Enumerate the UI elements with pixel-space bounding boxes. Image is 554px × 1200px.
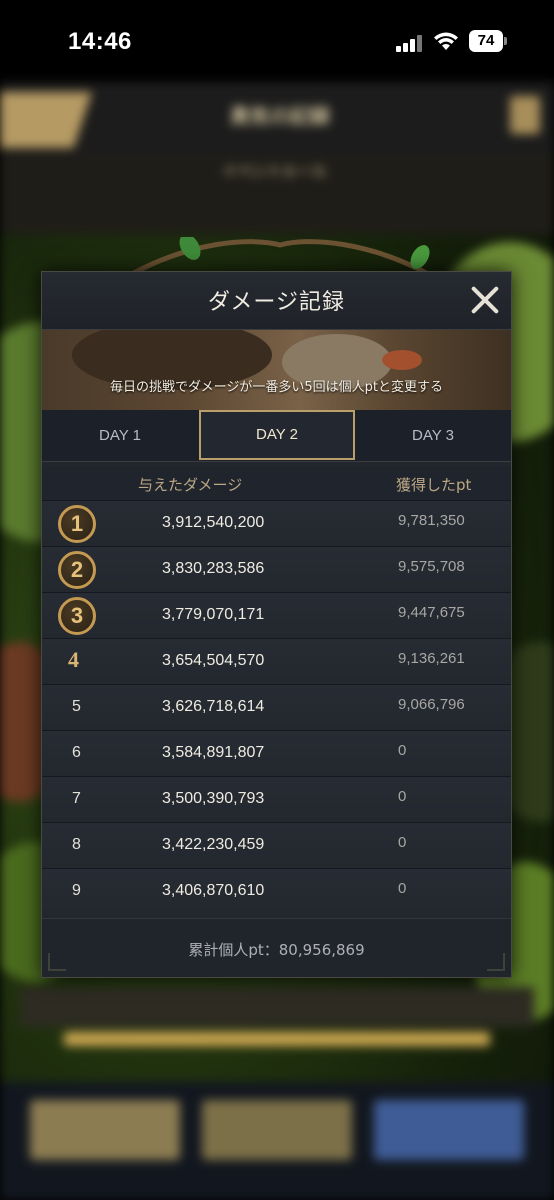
column-damage: 与えたダメージ <box>138 476 243 494</box>
table-row: 1 3,912,540,200 9,781,350 <box>42 500 511 546</box>
total-points: 累計個人pt：80,956,869 <box>188 941 365 959</box>
status-bar: 14:46 74 <box>0 0 554 82</box>
damage-record-dialog: ダメージ記録 毎日の挑戦でダメージが一番多い5回は個人ptと変更する DAY 1… <box>41 271 512 978</box>
table-row: 4 3,654,504,570 9,136,261 <box>42 638 511 684</box>
damage-value: 3,830,283,586 <box>162 560 265 577</box>
damage-value: 3,406,870,610 <box>162 882 265 899</box>
background-title: 勇気の記録 <box>230 104 330 128</box>
battery-icon: 74 <box>469 30 507 52</box>
points-value: 9,136,261 <box>398 650 465 667</box>
table-row: 2 3,830,283,586 9,575,708 <box>42 546 511 592</box>
damage-value: 3,654,504,570 <box>162 652 265 669</box>
background-progress-bar <box>64 1032 490 1046</box>
bottom-button-1[interactable] <box>30 1100 180 1160</box>
tab-day-1[interactable]: DAY 1 <box>42 410 198 462</box>
table-row: 5 3,626,718,614 9,066,796 <box>42 684 511 730</box>
table-row: 9 3,406,870,610 0 <box>42 868 511 914</box>
damage-value: 3,779,070,171 <box>162 606 265 623</box>
table-row: 8 3,422,230,459 0 <box>42 822 511 868</box>
bottom-button-2[interactable] <box>202 1100 352 1160</box>
dialog-footer: 累計個人pt：80,956,869 <box>42 918 511 977</box>
damage-value: 3,500,390,793 <box>162 790 265 807</box>
damage-value: 3,422,230,459 <box>162 836 265 853</box>
background-progress-info <box>20 987 534 1027</box>
rank-2-medal-icon: 2 <box>58 551 96 589</box>
rank-1-medal-icon: 1 <box>58 505 96 543</box>
event-banner: 毎日の挑戦でダメージが一番多い5回は個人ptと変更する <box>42 330 511 410</box>
cellular-signal-icon <box>396 34 426 52</box>
corner-ornament-icon <box>48 953 66 971</box>
rank-label: 5 <box>72 698 81 715</box>
banner-text: 毎日の挑戦でダメージが一番多い5回は個人ptと変更する <box>110 380 443 395</box>
rank-label: 7 <box>72 790 81 807</box>
points-value: 0 <box>398 880 407 897</box>
table-row: 3 3,779,070,171 9,447,675 <box>42 592 511 638</box>
rank-label: 8 <box>72 836 81 853</box>
table-row: 6 3,584,891,807 0 <box>42 730 511 776</box>
tab-day-2[interactable]: DAY 2 <box>199 410 355 460</box>
tab-day-3[interactable]: DAY 3 <box>355 410 511 462</box>
close-icon[interactable] <box>469 284 501 316</box>
dialog-title: ダメージ記録 <box>208 290 345 315</box>
points-value: 0 <box>398 742 407 759</box>
points-value: 9,447,675 <box>398 604 465 621</box>
column-points: 獲得したpt <box>396 476 472 494</box>
rank-4-label: 4 <box>68 647 79 672</box>
table-header: 与えたダメージ 獲得したpt <box>42 466 511 500</box>
damage-value: 3,912,540,200 <box>162 514 265 531</box>
points-value: 9,066,796 <box>398 696 465 713</box>
corner-ornament-icon <box>487 953 505 971</box>
wifi-icon <box>434 32 458 50</box>
battery-level: 74 <box>469 30 503 52</box>
status-time: 14:46 <box>68 28 132 55</box>
damage-value: 3,584,891,807 <box>162 744 265 761</box>
points-value: 9,781,350 <box>398 512 465 529</box>
points-value: 0 <box>398 834 407 851</box>
points-value: 0 <box>398 788 407 805</box>
rank-3-medal-icon: 3 <box>58 597 96 635</box>
points-value: 9,575,708 <box>398 558 465 575</box>
dialog-header: ダメージ記録 <box>42 272 511 330</box>
rank-label: 9 <box>72 882 81 899</box>
ant-image <box>382 350 422 370</box>
table-row: 7 3,500,390,793 0 <box>42 776 511 822</box>
day-tabs: DAY 1 DAY 2 DAY 3 <box>42 410 511 462</box>
profile-icon[interactable] <box>510 96 540 134</box>
damage-value: 3,626,718,614 <box>162 698 265 715</box>
event-rules-link[interactable]: イベントルール <box>222 160 327 181</box>
rank-label: 6 <box>72 744 81 761</box>
bottom-button-3[interactable] <box>374 1100 524 1160</box>
